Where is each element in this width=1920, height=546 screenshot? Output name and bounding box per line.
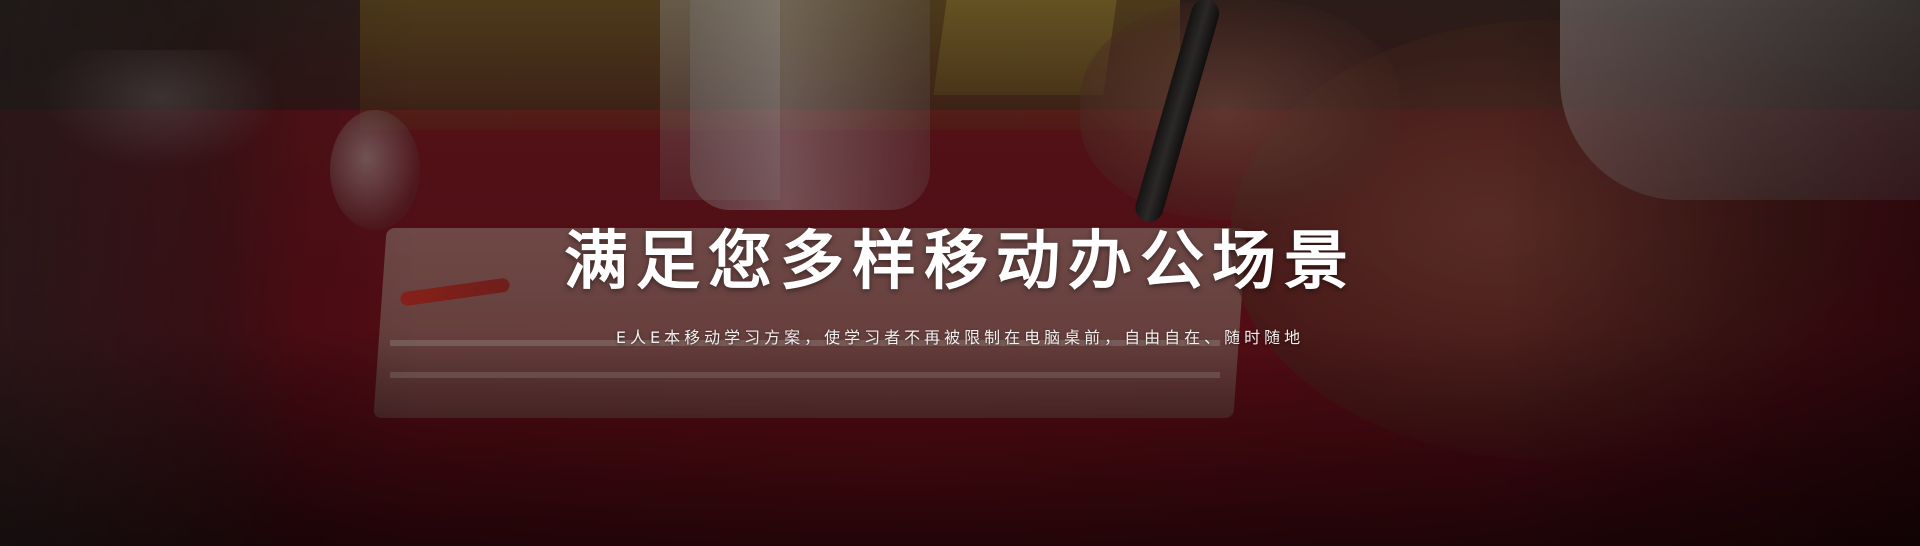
hero-subtitle: E人E本移动学习方案，使学习者不再被限制在电脑桌前，自由自在、随时随地: [615, 328, 1305, 347]
hero-content: 满足您多样移动办公场景 E人E本移动学习方案，使学习者不再被限制在电脑桌前，自由…: [0, 0, 1920, 546]
hero-banner: 满足您多样移动办公场景 E人E本移动学习方案，使学习者不再被限制在电脑桌前，自由…: [0, 0, 1920, 546]
hero-headline: 满足您多样移动办公场景: [564, 224, 1356, 299]
